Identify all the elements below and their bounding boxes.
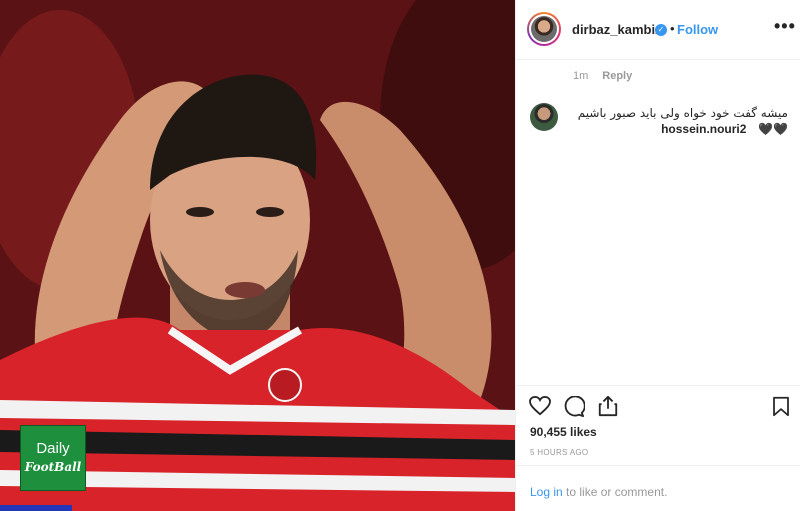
- post-sidebar: dirbaz_kambiz ✓ • Follow ••• 1m Reply می…: [515, 0, 800, 511]
- login-prompt-text: to like or comment.: [562, 485, 668, 499]
- reply-button[interactable]: Reply: [602, 70, 632, 82]
- login-prompt: Log in to like or comment.: [516, 465, 800, 511]
- commenter-username[interactable]: hossein.nouri2: [661, 122, 746, 136]
- comment-time: 1m: [573, 70, 589, 82]
- verified-badge-icon: ✓: [655, 24, 667, 36]
- heart-icon[interactable]: [529, 395, 551, 421]
- bookmark-icon[interactable]: [772, 396, 790, 422]
- post-actions: 90,455 likes 5 HOURS AGO Log in to like …: [516, 385, 800, 511]
- login-link[interactable]: Log in: [530, 485, 563, 499]
- logo-text-top: Daily: [36, 440, 70, 457]
- post-header: dirbaz_kambiz ✓ • Follow •••: [516, 0, 800, 60]
- author-avatar-image: [531, 16, 557, 42]
- post-photo[interactable]: Daily FootBall: [0, 0, 515, 511]
- post-timestamp[interactable]: 5 HOURS AGO: [530, 448, 588, 457]
- likes-count[interactable]: 90,455 likes: [530, 425, 597, 439]
- separator-dot: •: [670, 21, 675, 36]
- author-avatar[interactable]: [527, 12, 561, 46]
- more-options-icon[interactable]: •••: [774, 16, 796, 37]
- commenter-avatar[interactable]: [530, 103, 558, 131]
- logo-text-bottom: FootBall: [24, 460, 82, 474]
- comment-meta: 1m Reply: [573, 70, 632, 82]
- photo-edge-strip: [0, 505, 72, 511]
- follow-button[interactable]: Follow: [677, 22, 718, 37]
- daily-football-logo: Daily FootBall: [20, 425, 86, 491]
- share-icon[interactable]: [597, 395, 619, 422]
- comment-icon[interactable]: [563, 395, 586, 422]
- author-username[interactable]: dirbaz_kambiz: [572, 22, 662, 37]
- comment-body: میشه گفت خود خواه ولی باید صبور باشیم🖤🖤 …: [573, 105, 788, 137]
